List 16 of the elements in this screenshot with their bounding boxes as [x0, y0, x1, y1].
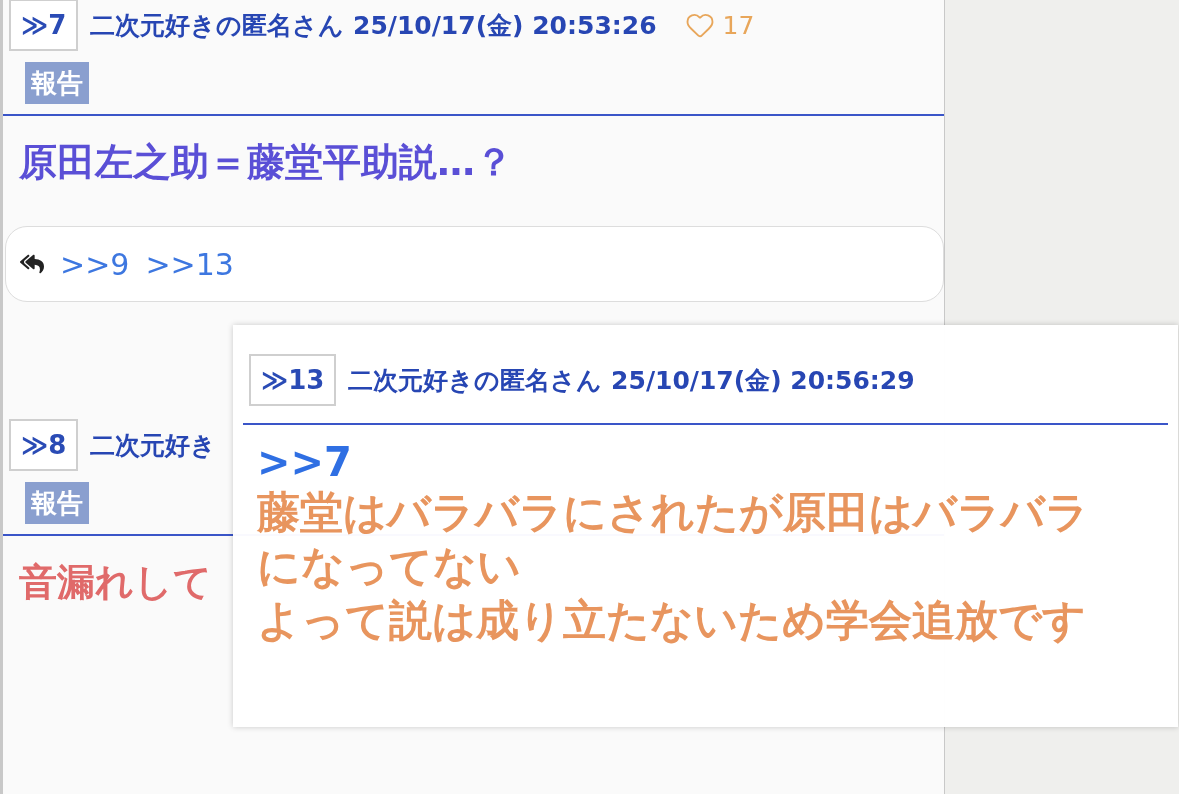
anchor-link[interactable]: >>7	[257, 439, 1158, 485]
post-body-line: よって説は成り立たないため学会追放です	[257, 594, 1087, 647]
post-author-date: 二次元好きの匿名さん 25/10/17(金) 20:53:26	[90, 9, 657, 42]
post-number-link[interactable]: ≫7	[9, 0, 79, 51]
reply-link[interactable]: >>13	[145, 246, 234, 282]
report-button[interactable]: 報告	[25, 62, 89, 104]
report-button[interactable]: 報告	[25, 482, 89, 524]
post-number-link[interactable]: ≫8	[9, 419, 79, 471]
reply-icon	[20, 252, 44, 276]
post-body: 音漏れして	[18, 559, 213, 606]
post-number-link[interactable]: ≫13	[249, 354, 337, 406]
reply-link[interactable]: >>9	[60, 246, 130, 282]
post-author-date: 二次元好きの匿名さん 25/10/17(金) 20:56:29	[348, 364, 915, 397]
post-body: 原田左之助＝藤堂平助説…？	[18, 139, 514, 186]
post-body-line: 藤堂はバラバラにされたが原田はバラバラになってない	[257, 486, 1090, 593]
post-author-date: 二次元好き	[90, 429, 217, 462]
